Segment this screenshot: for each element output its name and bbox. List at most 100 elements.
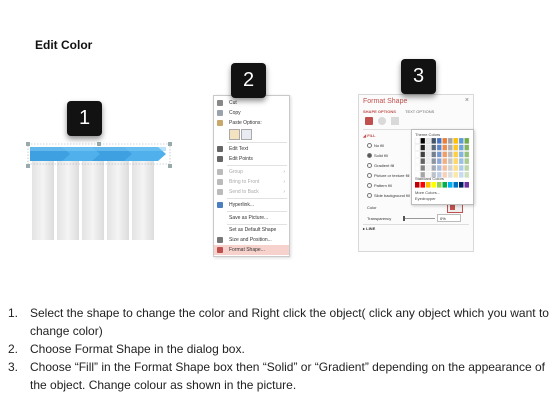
menu-item-bring-to-front[interactable]: Bring to Front › xyxy=(214,177,289,187)
fill-option-no-fill[interactable]: No fill xyxy=(367,143,384,149)
color-swatch[interactable] xyxy=(453,151,459,158)
menu-item-send-to-back[interactable]: Send to Back › xyxy=(214,187,289,197)
color-swatch[interactable] xyxy=(436,138,442,144)
color-swatch[interactable] xyxy=(436,151,442,158)
menu-item-edit-points[interactable]: Edit Points xyxy=(214,154,289,164)
arrow-chevrons[interactable] xyxy=(22,140,182,170)
color-swatch[interactable] xyxy=(453,144,459,151)
color-swatch[interactable] xyxy=(453,182,459,188)
color-swatch[interactable] xyxy=(464,138,470,144)
color-swatch[interactable] xyxy=(458,144,464,151)
color-swatch[interactable] xyxy=(420,165,426,171)
color-swatch[interactable] xyxy=(453,158,459,165)
color-swatch[interactable] xyxy=(431,165,437,171)
menu-item-hyperlink[interactable]: Hyperlink... xyxy=(214,200,289,210)
color-swatch[interactable] xyxy=(448,182,453,188)
transparency-slider[interactable] xyxy=(403,218,435,219)
transparency-input[interactable]: 0% xyxy=(437,214,461,222)
color-swatch[interactable] xyxy=(425,144,431,151)
selection-handle[interactable] xyxy=(168,142,172,146)
paste-option-button[interactable] xyxy=(241,129,252,140)
color-swatch[interactable] xyxy=(425,138,431,144)
color-swatch[interactable] xyxy=(431,138,437,144)
color-swatch[interactable] xyxy=(458,171,464,178)
color-swatch[interactable] xyxy=(425,151,431,158)
color-swatch[interactable] xyxy=(464,165,470,171)
color-swatch[interactable] xyxy=(414,138,420,144)
color-swatch[interactable] xyxy=(426,182,431,188)
paste-option-button[interactable] xyxy=(229,129,240,140)
color-swatch[interactable] xyxy=(414,158,420,165)
color-swatch[interactable] xyxy=(436,158,442,165)
selection-handle[interactable] xyxy=(26,142,30,146)
color-swatch[interactable] xyxy=(425,165,431,171)
transparency-slider-thumb[interactable] xyxy=(403,216,405,221)
color-swatch[interactable] xyxy=(447,165,453,171)
color-swatch[interactable] xyxy=(425,158,431,165)
color-swatch[interactable] xyxy=(464,171,470,178)
color-swatch[interactable] xyxy=(414,144,420,151)
menu-item-set-default-shape[interactable]: Set as Default Shape xyxy=(214,225,289,235)
theme-color-grid[interactable] xyxy=(412,138,472,180)
color-swatch[interactable] xyxy=(442,151,448,158)
color-swatch[interactable] xyxy=(431,151,437,158)
menu-item-format-shape[interactable]: Format Shape... xyxy=(214,245,289,255)
tab-shape-options[interactable]: SHAPE OPTIONS xyxy=(363,109,396,114)
color-swatch[interactable] xyxy=(458,138,464,144)
color-swatch[interactable] xyxy=(420,151,426,158)
color-swatch[interactable] xyxy=(453,138,459,144)
color-swatch[interactable] xyxy=(458,165,464,171)
menu-item-cut[interactable]: Cut xyxy=(214,98,289,108)
color-swatch[interactable] xyxy=(458,151,464,158)
fill-section-header[interactable]: ◢ FILL xyxy=(363,133,376,138)
color-swatch[interactable] xyxy=(464,144,470,151)
color-swatch[interactable] xyxy=(420,138,426,144)
color-swatch[interactable] xyxy=(464,182,470,188)
menu-item-size-and-position[interactable]: Size and Position... xyxy=(214,235,289,245)
menu-item-paste-options[interactable]: Paste Options: xyxy=(214,118,289,128)
color-swatch[interactable] xyxy=(420,144,426,151)
color-swatch[interactable] xyxy=(436,165,442,171)
color-swatch[interactable] xyxy=(442,144,448,151)
tab-text-options[interactable]: TEXT OPTIONS xyxy=(405,109,434,114)
fill-line-icon[interactable] xyxy=(365,117,373,125)
fill-option-slide-background[interactable]: Slide background fill xyxy=(367,193,410,199)
color-swatch[interactable] xyxy=(437,182,442,188)
menu-item-copy[interactable]: Copy xyxy=(214,108,289,118)
color-swatch[interactable] xyxy=(442,158,448,165)
effects-icon[interactable] xyxy=(378,117,386,125)
selection-handle[interactable] xyxy=(97,142,101,146)
color-swatch[interactable] xyxy=(447,171,453,178)
color-swatch[interactable] xyxy=(453,171,459,178)
color-swatch[interactable] xyxy=(431,144,437,151)
color-swatch[interactable] xyxy=(436,144,442,151)
close-icon[interactable]: × xyxy=(465,97,469,104)
color-swatch[interactable] xyxy=(453,165,459,171)
menu-item-edit-text[interactable]: Edit Text xyxy=(214,144,289,154)
color-swatch[interactable] xyxy=(464,158,470,165)
eyedropper-option[interactable]: Eyedropper xyxy=(415,196,436,201)
color-swatch[interactable] xyxy=(415,182,420,188)
color-swatch[interactable] xyxy=(458,158,464,165)
color-swatch[interactable] xyxy=(447,158,453,165)
fill-option-pattern[interactable]: Pattern fill xyxy=(367,183,392,189)
color-swatch[interactable] xyxy=(431,158,437,165)
color-swatch[interactable] xyxy=(420,158,426,165)
selection-handle[interactable] xyxy=(168,164,172,168)
color-swatch[interactable] xyxy=(447,144,453,151)
color-swatch[interactable] xyxy=(442,165,448,171)
more-colors-option[interactable]: More Colors... xyxy=(415,190,440,195)
fill-option-picture[interactable]: Picture or texture fill xyxy=(367,173,409,179)
selection-handle[interactable] xyxy=(26,164,30,168)
color-swatch[interactable] xyxy=(447,151,453,158)
menu-item-group[interactable]: Group › xyxy=(214,167,289,177)
color-swatch[interactable] xyxy=(442,182,448,188)
menu-item-save-as-picture[interactable]: Save as Picture... xyxy=(214,213,289,223)
color-swatch[interactable] xyxy=(431,182,437,188)
standard-color-row[interactable] xyxy=(412,182,472,189)
color-swatch[interactable] xyxy=(464,151,470,158)
color-swatch[interactable] xyxy=(447,138,453,144)
color-swatch[interactable] xyxy=(414,151,420,158)
size-properties-icon[interactable] xyxy=(391,117,399,125)
color-swatch[interactable] xyxy=(459,182,464,188)
